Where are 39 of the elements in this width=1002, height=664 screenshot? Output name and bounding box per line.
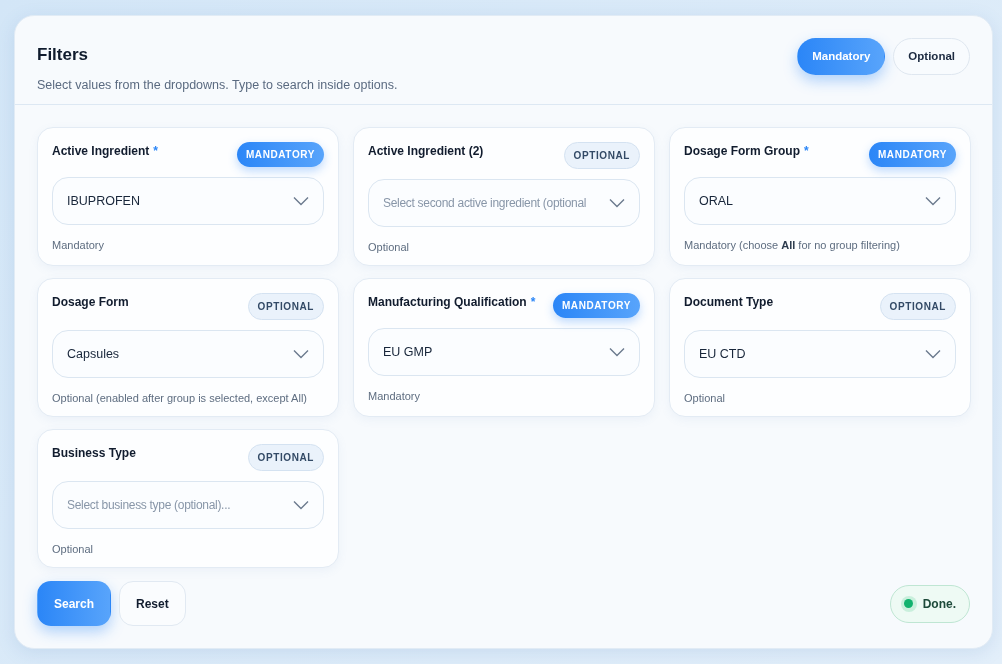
dropdown-field[interactable]: Capsules	[52, 330, 324, 378]
helper-text: Mandatory	[52, 238, 105, 253]
chevron-down-icon	[293, 196, 309, 206]
panel-title: Filters	[37, 44, 90, 66]
field-label: Active Ingredient *	[52, 143, 159, 160]
dropdown-field[interactable]: ORAL	[684, 177, 956, 225]
field-label: Dosage Form	[52, 294, 129, 311]
field-label: Dosage Form Group *	[684, 143, 809, 160]
dropdown-field[interactable]: EU GMP	[368, 328, 640, 376]
chevron-down-icon	[609, 347, 625, 357]
dropdown-field[interactable]: EU CTD	[684, 330, 956, 378]
status-badge: OPTIONAL	[879, 293, 956, 320]
field-label: Manufacturing Qualification *	[368, 294, 536, 311]
reset-button[interactable]: Reset	[119, 581, 186, 626]
chevron-down-icon	[293, 500, 309, 510]
helper-text: Mandatory (choose All for no group filtering)	[684, 238, 901, 253]
status-badge: OPTIONAL	[247, 293, 324, 320]
chevron-down-icon	[925, 196, 941, 206]
chevron-down-icon	[925, 349, 941, 359]
field-label: Document Type	[684, 294, 774, 311]
chevron-down-icon	[609, 198, 625, 208]
helper-text: Optional	[684, 391, 726, 406]
helper-text: Mandatory	[368, 389, 421, 404]
dropdown-field[interactable]: IBUPROFEN	[52, 177, 324, 225]
status-badge: MANDATORY	[552, 293, 640, 318]
panel-subtitle: Select values from the dropdowns. Type to search inside options.	[37, 76, 398, 94]
status-text: Done.	[922, 595, 956, 613]
helper-text: Optional	[52, 542, 94, 557]
field-label: Business Type	[52, 445, 136, 462]
status-badge: OPTIONAL	[563, 142, 640, 169]
status-dot-icon	[900, 595, 917, 612]
status-badge: OPTIONAL	[247, 444, 324, 471]
field-label: Active Ingredient (2)	[368, 143, 484, 160]
filter-toggle[interactable]: Optional	[893, 38, 970, 76]
chevron-down-icon	[293, 349, 309, 359]
status-badge: MANDATORY	[868, 142, 956, 167]
status-badge: MANDATORY	[236, 142, 324, 167]
helper-text: Optional	[368, 240, 410, 255]
helper-text: Optional (enabled after group is selected, except All)	[52, 391, 308, 406]
